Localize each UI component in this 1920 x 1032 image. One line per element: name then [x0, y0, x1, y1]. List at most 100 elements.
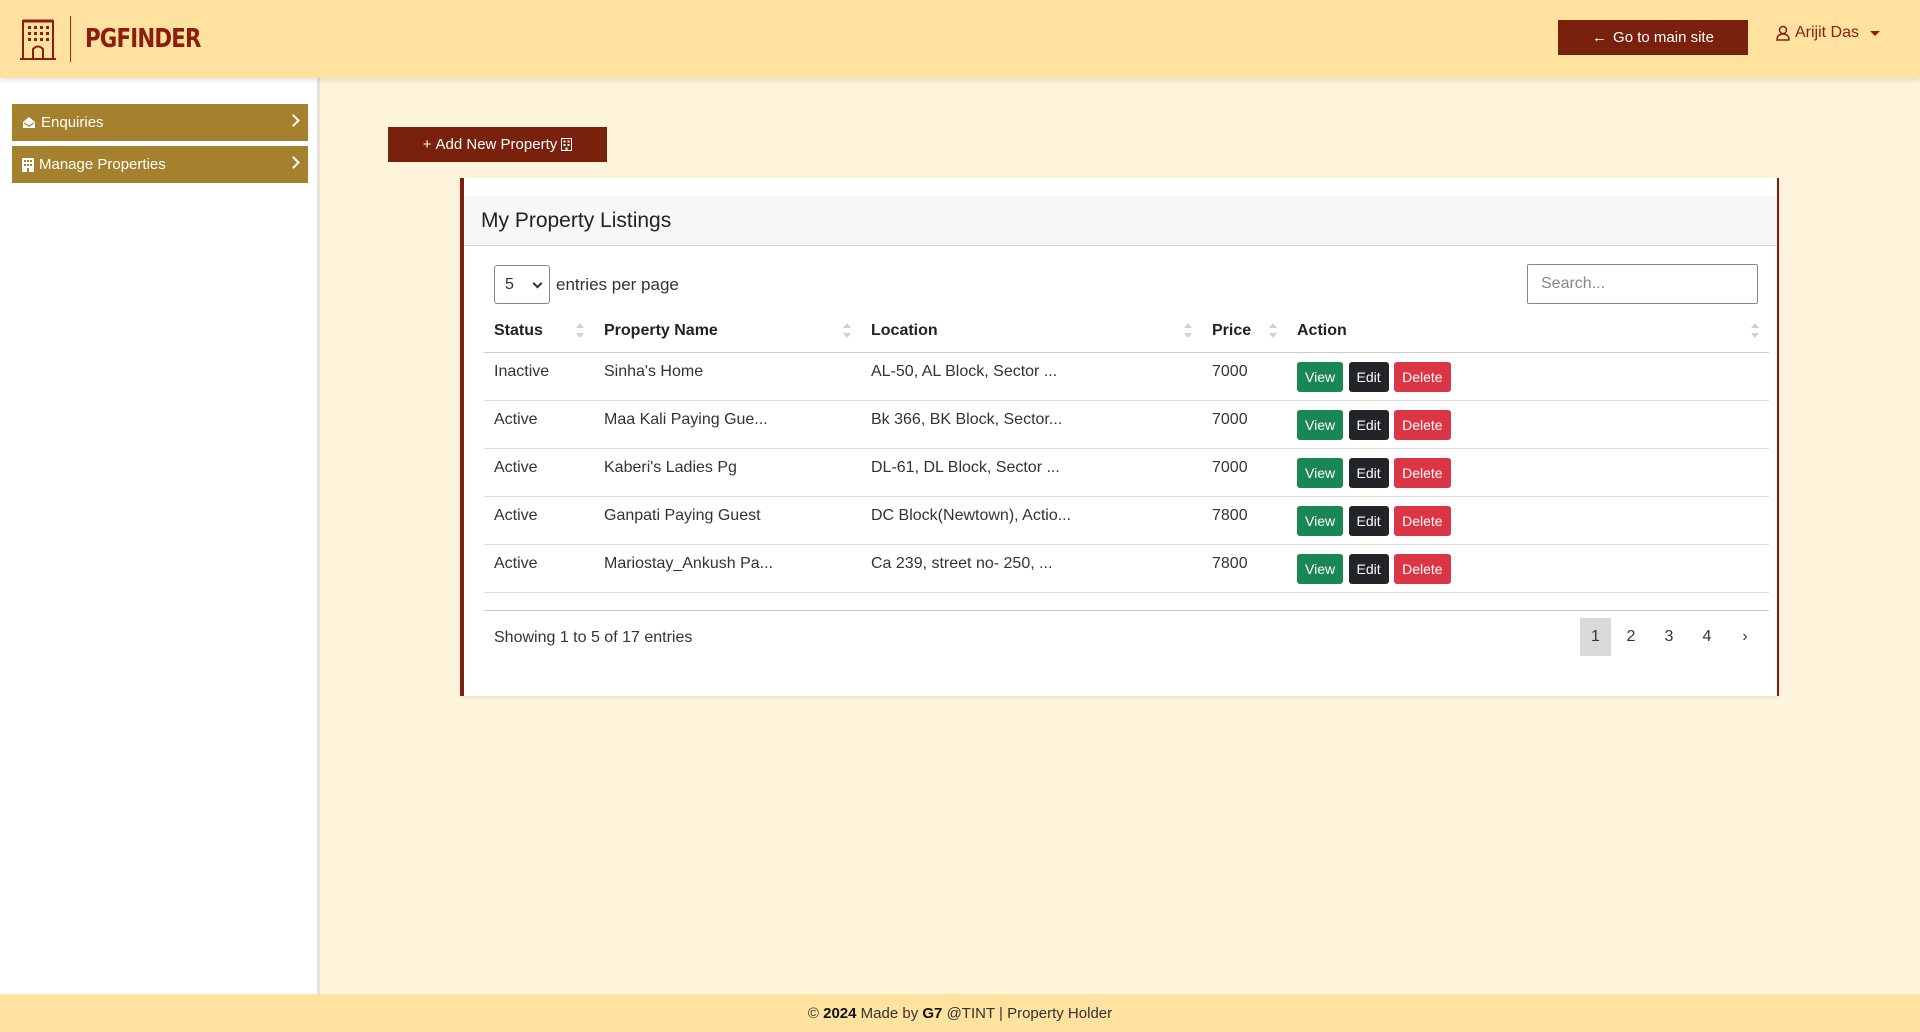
table-row: Active Kaberi's Ladies Pg DL-61, DL Bloc… [484, 448, 1769, 497]
cell-property-name: Sinha's Home [594, 352, 861, 401]
delete-button[interactable]: Delete [1394, 505, 1451, 536]
column-header-location[interactable]: Location [861, 310, 1202, 353]
building-icon [22, 157, 34, 172]
user-name: Arijit Das [1795, 24, 1860, 41]
table-bottom-divider [484, 610, 1769, 611]
copyright-symbol: © [807, 1004, 819, 1022]
cell-location: Bk 366, BK Block, Sector... [861, 400, 1202, 449]
entries-per-page-select[interactable]: 5 [494, 265, 550, 304]
edit-button[interactable]: Edit [1348, 409, 1389, 440]
edit-button[interactable]: Edit [1348, 361, 1389, 392]
sidebar-item-manage-properties[interactable]: Manage Properties [12, 146, 308, 183]
cell-property-name: Ganpati Paying Guest [594, 496, 861, 545]
cell-location: DL-61, DL Block, Sector ... [861, 448, 1202, 497]
cell-price: 7000 [1202, 448, 1287, 497]
delete-button[interactable]: Delete [1394, 361, 1451, 392]
footer-made-by: Made by [860, 1004, 919, 1022]
chevron-right-icon [287, 114, 300, 127]
cell-actions: View Edit Delete [1287, 496, 1769, 545]
logo-divider [70, 16, 71, 62]
page-4-button[interactable]: 4 [1689, 618, 1725, 656]
column-header-action[interactable]: Action [1287, 310, 1769, 353]
view-button[interactable]: View [1297, 553, 1344, 584]
footer: © 2024 Made by G7 @TINT | Property Holde… [0, 994, 1920, 1032]
delete-button[interactable]: Delete [1394, 409, 1451, 440]
edit-button[interactable]: Edit [1348, 457, 1389, 488]
caret-down-icon [1870, 30, 1881, 36]
search-input[interactable] [1527, 264, 1758, 304]
chevron-down-icon [532, 278, 543, 289]
building-logo-icon [20, 19, 56, 60]
cell-location: Ca 239, street no- 250, ... [861, 544, 1202, 593]
top-navbar: PGFINDER ← Go to main site Arijit Das [0, 0, 1920, 78]
go-to-main-site-label: Go to main site [1613, 29, 1714, 46]
cell-property-name: Kaberi's Ladies Pg [594, 448, 861, 497]
cell-status: Active [484, 400, 594, 449]
sort-icon [843, 323, 851, 339]
user-dropdown[interactable]: Arijit Das [1776, 24, 1881, 42]
showing-entries-text: Showing 1 to 5 of 17 entries [494, 629, 693, 646]
chevron-right-icon [287, 156, 300, 169]
cell-status: Active [484, 496, 594, 545]
table-row: Active Ganpati Paying Guest DC Block(New… [484, 496, 1769, 545]
view-button[interactable]: View [1297, 409, 1344, 440]
sidebar-item-label: Enquiries [41, 114, 104, 131]
column-header-price[interactable]: Price [1202, 310, 1287, 353]
sort-icon [1269, 323, 1277, 339]
cell-status: Active [484, 448, 594, 497]
cell-property-name: Mariostay_Ankush Pa... [594, 544, 861, 593]
footer-suffix: @TINT | Property Holder [946, 1004, 1113, 1022]
building-icon [561, 138, 573, 151]
cell-status: Inactive [484, 352, 594, 401]
table-row: Active Mariostay_Ankush Pa... Ca 239, st… [484, 544, 1769, 593]
sort-icon [1751, 323, 1759, 339]
pagination: 1 2 3 4 › [1580, 618, 1765, 656]
cell-actions: View Edit Delete [1287, 400, 1769, 449]
column-header-status[interactable]: Status [484, 310, 594, 353]
cell-location: DC Block(Newtown), Actio... [861, 496, 1202, 545]
property-table: Status Property Name Location Price Acti… [484, 310, 1769, 593]
card-header: My Property Listings [464, 196, 1777, 246]
page-2-button[interactable]: 2 [1613, 618, 1649, 656]
sidebar-item-label: Manage Properties [39, 156, 166, 173]
table-row: Active Maa Kali Paying Gue... Bk 366, BK… [484, 400, 1769, 449]
add-new-property-label: Add New Property [435, 136, 558, 153]
cell-actions: View Edit Delete [1287, 352, 1769, 401]
table-header-row: Status Property Name Location Price Acti… [484, 310, 1769, 353]
column-header-property-name[interactable]: Property Name [594, 310, 861, 353]
cell-property-name: Maa Kali Paying Gue... [594, 400, 861, 449]
arrow-left-icon: ← [1592, 29, 1608, 46]
add-new-property-button[interactable]: + Add New Property [388, 127, 607, 162]
footer-year: 2024 [823, 1004, 857, 1022]
sort-icon [576, 323, 584, 339]
page-3-button[interactable]: 3 [1651, 618, 1687, 656]
cell-actions: View Edit Delete [1287, 448, 1769, 497]
edit-button[interactable]: Edit [1348, 505, 1389, 536]
sidebar-item-enquiries[interactable]: Enquiries [12, 104, 308, 141]
property-listings-card: My Property Listings 5 entries per page … [460, 178, 1779, 696]
next-page-button[interactable]: › [1727, 618, 1763, 656]
user-icon [1776, 25, 1790, 41]
brand-logo[interactable]: PGFINDER [20, 16, 226, 62]
delete-button[interactable]: Delete [1394, 553, 1451, 584]
card-title: My Property Listings [481, 209, 672, 232]
edit-button[interactable]: Edit [1348, 553, 1389, 584]
envelope-open-icon [23, 117, 35, 128]
table-row: Inactive Sinha's Home AL-50, AL Block, S… [484, 352, 1769, 401]
entries-per-page-label: entries per page [556, 274, 679, 294]
cell-status: Active [484, 544, 594, 593]
view-button[interactable]: View [1297, 361, 1344, 392]
page-1-button[interactable]: 1 [1580, 618, 1611, 656]
brand-name: PGFINDER [85, 24, 201, 54]
plus-icon: + [422, 136, 432, 153]
sidebar: Enquiries Manage Properties [0, 78, 320, 994]
view-button[interactable]: View [1297, 505, 1344, 536]
sort-icon [1184, 323, 1192, 339]
go-to-main-site-button[interactable]: ← Go to main site [1558, 20, 1748, 55]
cell-location: AL-50, AL Block, Sector ... [861, 352, 1202, 401]
entries-per-page-value: 5 [505, 275, 514, 293]
view-button[interactable]: View [1297, 457, 1344, 488]
footer-team: G7 [922, 1004, 943, 1022]
cell-price: 7000 [1202, 400, 1287, 449]
delete-button[interactable]: Delete [1394, 457, 1451, 488]
